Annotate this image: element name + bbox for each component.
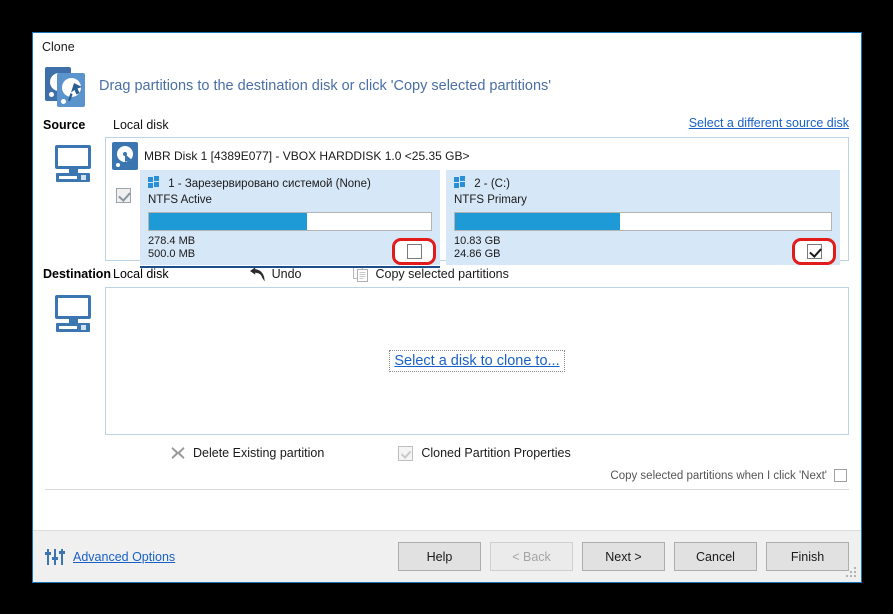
cancel-button[interactable]: Cancel [674,542,757,571]
advanced-options-button[interactable]: Advanced Options [45,548,175,566]
partition-2-checkbox-highlight [792,238,836,265]
source-disk-header: MBR Disk 1 [4389E077] - VBOX HARDDISK 1.… [106,138,848,170]
disk-select-checkbox[interactable] [115,188,131,203]
clone-dialog-window: Clone Drag partitions to the destination… [32,32,862,583]
partition-used: 10.83 GB [454,235,501,247]
header-banner: Drag partitions to the destination disk … [33,61,861,113]
footer-buttons: Help < Back Next > Cancel Finish [398,542,849,571]
checkbox-properties-icon [398,445,414,461]
back-button: < Back [490,542,573,571]
advanced-options-link[interactable]: Advanced Options [73,550,175,564]
partition-sizes: 278.4 MB 500.0 MB [148,235,432,261]
undo-button[interactable]: Undo [249,266,302,282]
delete-existing-partition-label: Delete Existing partition [193,446,325,460]
partition-usage-bar [454,212,832,231]
resize-grip[interactable] [846,567,858,579]
disk-select-checkbox-col [106,170,140,265]
destination-disk-panel[interactable]: Select a disk to clone to... [105,287,849,435]
partition-name: 2 - (C:) [474,178,510,190]
copy-on-next-label: Copy selected partitions when I click 'N… [610,469,827,482]
source-disk-title: MBR Disk 1 [4389E077] - VBOX HARDDISK 1.… [144,149,470,163]
harddisk-icon [112,142,138,170]
source-area: MBR Disk 1 [4389E077] - VBOX HARDDISK 1.… [33,137,861,268]
source-row-label: Source Local disk Select a different sou… [33,113,861,137]
copy-selected-partitions-button[interactable]: Copy selected partitions [353,266,509,282]
source-computer-icon-col [43,137,105,261]
partition-usage-bar [148,212,432,231]
destination-label: Destination [43,267,112,281]
partition-total: 500.0 MB [148,248,196,260]
partition-name-row: 1 - Зарезервировано системой (None) [148,176,432,192]
x-icon [171,447,185,459]
partition-actions-row: Delete Existing partition Cloned Partiti… [33,435,861,463]
partition-used: 278.4 MB [148,235,196,247]
next-button[interactable]: Next > [582,542,665,571]
partition-2-select-checkbox[interactable] [806,244,822,259]
undo-icon [249,266,265,281]
partition-name: 1 - Зарезервировано системой (None) [168,178,371,190]
destination-area: Select a disk to clone to... [33,287,861,435]
dialog-footer: Advanced Options Help < Back Next > Canc… [33,530,861,582]
copy-on-next-checkbox[interactable] [834,469,847,482]
copy-on-next-row: Copy selected partitions when I click 'N… [33,463,861,482]
partition-total: 24.86 GB [454,248,501,260]
partition-name-row: 2 - (C:) [454,176,832,192]
partition-list: 1 - Зарезервировано системой (None) NTFS… [140,170,848,268]
source-disk-body: 1 - Зарезервировано системой (None) NTFS… [106,168,848,268]
destination-computer-icon-col [43,287,105,435]
cloned-partition-properties-button[interactable]: Cloned Partition Properties [398,445,571,461]
help-button[interactable]: Help [398,542,481,571]
source-disk-panel: MBR Disk 1 [4389E077] - VBOX HARDDISK 1.… [105,137,849,268]
window-title: Clone [33,33,861,61]
copy-icon [353,266,369,282]
select-disk-to-clone-to-link[interactable]: Select a disk to clone to... [389,350,565,372]
clone-app-icon [43,65,89,107]
sliders-icon [45,548,65,565]
source-label: Source [43,118,86,132]
delete-existing-partition-button[interactable]: Delete Existing partition [171,446,324,460]
cloned-partition-properties-label: Cloned Partition Properties [421,446,571,460]
partition-1-checkbox-highlight [392,238,436,265]
banner-instruction: Drag partitions to the destination disk … [99,78,552,94]
computer-icon [53,295,95,332]
undo-label: Undo [271,267,302,281]
source-type: Local disk [113,118,169,132]
windows-flag-icon [454,176,467,189]
destination-type: Local disk [113,267,169,281]
partition-item[interactable]: 2 - (C:) NTFS Primary 10.83 GB 24.86 GB [446,170,840,265]
partition-item[interactable]: 1 - Зарезервировано системой (None) NTFS… [140,170,440,268]
finish-button[interactable]: Finish [766,542,849,571]
windows-flag-icon [148,176,161,189]
partition-1-select-checkbox[interactable] [406,244,422,259]
partition-filesystem: NTFS Active [148,194,212,206]
copy-selected-partitions-label: Copy selected partitions [375,267,509,281]
computer-icon [53,145,95,182]
partition-filesystem: NTFS Primary [454,194,527,206]
partition-sizes: 10.83 GB 24.86 GB [454,235,832,261]
select-different-source-disk-link[interactable]: Select a different source disk [689,116,849,130]
